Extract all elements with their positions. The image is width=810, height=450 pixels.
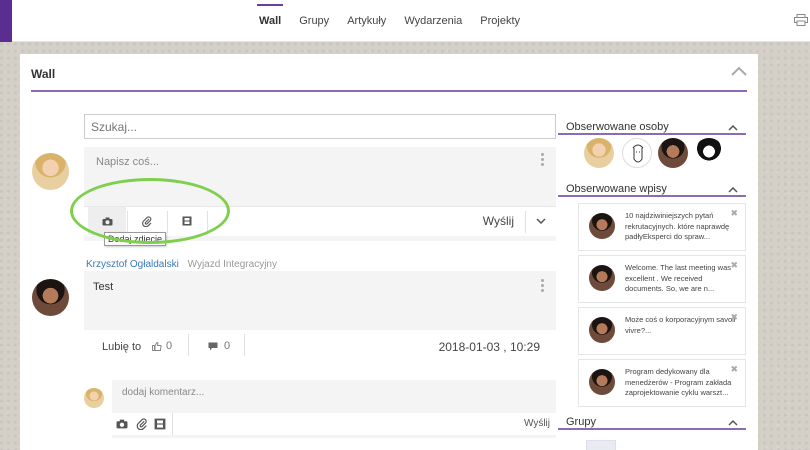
send-button[interactable]: Wyślij xyxy=(483,214,514,228)
followed-post-item[interactable]: Program dedykowany dla menedżerów - Prog… xyxy=(578,359,746,407)
event-link[interactable]: Wyjazd Integracyjny xyxy=(188,259,277,270)
divider xyxy=(244,334,245,356)
avatar xyxy=(32,153,69,190)
post-meta: Krzysztof Ogłaldalski Wyjazd Integracyjn… xyxy=(86,259,277,270)
comment-count-value: 0 xyxy=(224,340,231,352)
add-video-button[interactable] xyxy=(168,207,206,235)
panel-header: Wall xyxy=(31,54,747,92)
post-date: 2018-01-03 , 10:29 xyxy=(438,340,540,354)
more-menu-icon[interactable] xyxy=(541,153,545,167)
avatar xyxy=(589,317,615,343)
avatar xyxy=(589,265,615,291)
tab-wydarzenia[interactable]: Wydarzenia xyxy=(395,0,471,42)
followed-person-avatar[interactable] xyxy=(584,138,614,168)
panel-title: Wall xyxy=(31,67,56,81)
followed-posts-header: Obserwowane wpisy xyxy=(558,183,746,197)
close-icon[interactable]: ✖ xyxy=(730,312,738,323)
followed-person-avatar[interactable] xyxy=(622,138,652,168)
followed-post-text: 10 najdziwiniejszych pytań rekrutacyjnyc… xyxy=(625,211,730,241)
followed-person-avatar[interactable] xyxy=(658,138,688,168)
top-bar: Wall Grupy Artykuły Wydarzenia Projekty xyxy=(0,0,810,42)
chevron-up-icon[interactable] xyxy=(728,186,738,193)
print-icon[interactable] xyxy=(794,14,808,26)
main-nav: Wall Grupy Artykuły Wydarzenia Projekty xyxy=(250,0,529,42)
followed-post-item[interactable]: 10 najdziwiniejszych pytań rekrutacyjnyc… xyxy=(578,203,746,251)
chevron-down-icon[interactable] xyxy=(536,217,546,225)
groups-header: Grupy xyxy=(558,416,746,430)
avatar xyxy=(589,213,615,239)
author-link[interactable]: Krzysztof Ogłaldalski xyxy=(86,259,179,270)
comment-send-button[interactable]: Wyślij xyxy=(524,418,550,429)
followed-post-text: Program dedykowany dla menedżerów - Prog… xyxy=(625,367,732,397)
divider xyxy=(172,413,173,435)
chevron-up-icon[interactable] xyxy=(728,419,738,426)
avatar xyxy=(84,388,104,408)
film-icon xyxy=(182,216,192,226)
close-icon[interactable]: ✖ xyxy=(730,208,738,219)
tab-projekty[interactable]: Projekty xyxy=(471,0,529,42)
followed-people-header: Obserwowane osoby xyxy=(558,121,746,135)
divider xyxy=(525,211,526,233)
search-input[interactable] xyxy=(84,114,556,139)
add-photo-button[interactable] xyxy=(88,207,126,235)
group-thumbnail[interactable] xyxy=(586,440,616,450)
camera-icon[interactable] xyxy=(116,418,128,430)
followed-person-avatar[interactable] xyxy=(694,138,724,168)
attach-file-button[interactable] xyxy=(128,207,166,235)
thumbs-up-icon xyxy=(152,341,162,351)
brand-edge xyxy=(0,0,12,42)
avatar xyxy=(589,369,615,395)
close-icon[interactable]: ✖ xyxy=(730,260,738,271)
post-footer: Lubię to 0 0 2018-01-03 , 10:29 xyxy=(84,330,556,363)
composer-placeholder[interactable]: Napisz coś... xyxy=(96,156,159,168)
followed-posts-title: Obserwowane wpisy xyxy=(566,183,667,195)
like-count-value: 0 xyxy=(166,340,173,352)
divider xyxy=(188,334,189,356)
chevron-up-icon[interactable] xyxy=(728,124,738,131)
add-photo-tooltip: Dodaj zdjęcie xyxy=(104,232,167,246)
more-menu-icon[interactable] xyxy=(541,279,545,293)
divider xyxy=(207,211,208,233)
comment-placeholder[interactable]: dodaj komentarz... xyxy=(122,387,204,398)
film-icon[interactable] xyxy=(154,418,166,430)
post-text: Test xyxy=(93,281,114,293)
followed-post-item[interactable]: Welcome. The last meeting was excellent … xyxy=(578,255,746,303)
avatar xyxy=(32,279,69,316)
post-card: Test Lubię to 0 0 2018-01-03 , 10:29 xyxy=(84,271,556,363)
tab-grupy[interactable]: Grupy xyxy=(290,0,338,42)
followed-post-text: Welcome. The last meeting was excellent … xyxy=(625,263,732,293)
like-count: 0 xyxy=(152,340,172,352)
close-icon[interactable]: ✖ xyxy=(730,364,738,375)
like-button[interactable]: Lubię to xyxy=(102,341,141,353)
followed-people-title: Obserwowane osoby xyxy=(566,121,669,133)
tab-wall[interactable]: Wall xyxy=(250,0,290,42)
comment-box[interactable]: dodaj komentarz... Wyślij xyxy=(112,380,556,438)
comment-count[interactable]: 0 xyxy=(208,340,230,352)
followed-post-text: Może coś o korporacyjnym savoir vivre?..… xyxy=(625,315,737,335)
paperclip-icon xyxy=(142,215,152,227)
followed-post-item[interactable]: Może coś o korporacyjnym savoir vivre?..… xyxy=(578,307,746,355)
comment-toolbar: Wyślij xyxy=(112,413,556,435)
camera-icon xyxy=(102,217,112,225)
tab-artykuly[interactable]: Artykuły xyxy=(338,0,395,42)
paperclip-icon[interactable] xyxy=(136,418,148,430)
comment-icon xyxy=(208,342,218,350)
composer-box[interactable]: Napisz coś... Wyślij xyxy=(84,147,556,241)
groups-title: Grupy xyxy=(566,416,596,428)
chevron-up-icon[interactable] xyxy=(731,66,747,76)
